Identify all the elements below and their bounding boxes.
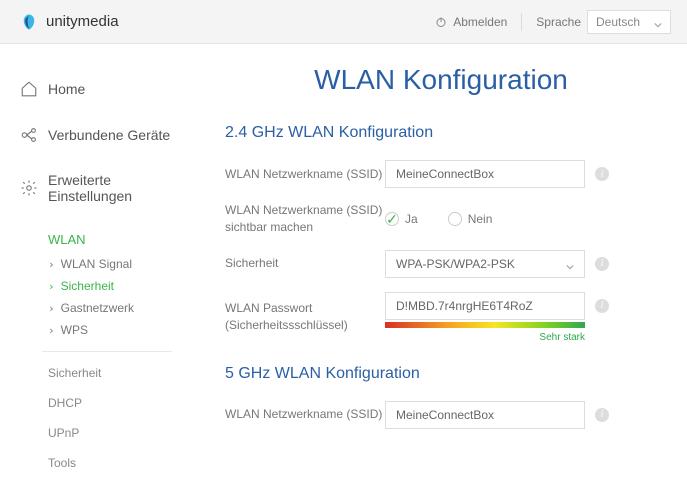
brand-logo-icon bbox=[20, 13, 38, 31]
radio-no-label: Nein bbox=[468, 212, 493, 226]
password-input-24[interactable] bbox=[385, 292, 585, 320]
info-icon[interactable]: i bbox=[595, 167, 609, 181]
chevron-right-icon: › bbox=[48, 302, 55, 315]
security-value: WPA-PSK/WPA2-PSK bbox=[396, 257, 515, 271]
subnav-wlan-wps[interactable]: › WPS bbox=[48, 323, 195, 337]
row-visible-24: WLAN Netzwerkname (SSID) sichtbar machen… bbox=[225, 202, 657, 236]
language-label: Sprache bbox=[536, 15, 581, 29]
subnav-tools[interactable]: Tools bbox=[48, 456, 195, 470]
row-ssid-5: WLAN Netzwerkname (SSID) i bbox=[225, 401, 657, 429]
ssid-label-5: WLAN Netzwerkname (SSID) bbox=[225, 406, 385, 423]
subnav-security-label: Sicherheit bbox=[61, 279, 114, 293]
subnav: WLAN › WLAN Signal › Sicherheit › Gastnetzw… bbox=[48, 232, 195, 470]
brand: unitymedia bbox=[20, 13, 119, 31]
radio-visible-no[interactable]: Nein bbox=[448, 212, 493, 226]
logout-link[interactable]: Abmelden bbox=[435, 15, 507, 29]
password-strength-bar bbox=[385, 322, 585, 328]
chevron-down-icon bbox=[654, 18, 662, 26]
subnav-upnp[interactable]: UPnP bbox=[48, 426, 195, 440]
password-label: WLAN Passwort (Sicherheitssschlüssel) bbox=[225, 300, 385, 334]
subnav-wlan-guest[interactable]: › Gastnetzwerk bbox=[48, 301, 195, 315]
info-icon[interactable]: i bbox=[595, 408, 609, 422]
subnav-dhcp[interactable]: DHCP bbox=[48, 396, 195, 410]
page-title: WLAN Konfiguration bbox=[225, 64, 657, 96]
row-ssid-24: WLAN Netzwerkname (SSID) i bbox=[225, 160, 657, 188]
chevron-right-icon: › bbox=[48, 258, 55, 271]
chevron-down-icon bbox=[566, 260, 574, 268]
section-5ghz-title: 5 GHz WLAN Konfiguration bbox=[225, 365, 657, 383]
power-icon bbox=[435, 16, 447, 28]
main-content: WLAN Konfiguration 2.4 GHz WLAN Konfigur… bbox=[195, 44, 687, 486]
nav-home[interactable]: Home bbox=[20, 80, 195, 98]
info-icon[interactable]: i bbox=[595, 299, 609, 313]
section-24ghz-title: 2.4 GHz WLAN Konfiguration bbox=[225, 124, 657, 142]
radio-yes-label: Ja bbox=[405, 212, 418, 226]
nav-advanced-label: Erweiterte Einstellungen bbox=[48, 172, 195, 204]
sidebar: Home Verbundene Geräte Erweiterte Einste… bbox=[0, 44, 195, 486]
home-icon bbox=[20, 80, 38, 98]
ssid-input-24[interactable] bbox=[385, 160, 585, 188]
topbar-right: Abmelden Sprache Deutsch bbox=[435, 10, 671, 34]
visible-label: WLAN Netzwerkname (SSID) sichtbar machen bbox=[225, 202, 385, 236]
password-strength-label: Sehr stark bbox=[385, 332, 585, 343]
nav-advanced[interactable]: Erweiterte Einstellungen bbox=[20, 172, 195, 204]
chevron-right-icon: › bbox=[48, 280, 55, 293]
row-security-24: Sicherheit WPA-PSK/WPA2-PSK i bbox=[225, 250, 657, 278]
security-select-24[interactable]: WPA-PSK/WPA2-PSK bbox=[385, 250, 585, 278]
brand-name: unitymedia bbox=[46, 13, 119, 30]
topbar: unitymedia Abmelden Sprache Deutsch bbox=[0, 0, 687, 44]
devices-icon bbox=[20, 126, 38, 144]
subnav-wlan[interactable]: WLAN bbox=[48, 232, 195, 247]
subnav-signal-label: WLAN Signal bbox=[61, 257, 132, 271]
nav-home-label: Home bbox=[48, 81, 85, 97]
language-value: Deutsch bbox=[596, 15, 640, 29]
subnav-separator bbox=[42, 351, 172, 352]
language-selector: Sprache Deutsch bbox=[536, 10, 671, 34]
subnav-security[interactable]: Sicherheit bbox=[48, 366, 195, 380]
subnav-wps-label: WPS bbox=[61, 323, 88, 337]
nav-devices[interactable]: Verbundene Geräte bbox=[20, 126, 195, 144]
subnav-wlan-security[interactable]: › Sicherheit bbox=[48, 279, 195, 293]
radio-visible-yes[interactable]: ✓ Ja bbox=[385, 212, 418, 226]
logout-label: Abmelden bbox=[453, 15, 507, 29]
nav-devices-label: Verbundene Geräte bbox=[48, 127, 170, 143]
ssid-input-5[interactable] bbox=[385, 401, 585, 429]
info-icon[interactable]: i bbox=[595, 257, 609, 271]
security-label: Sicherheit bbox=[225, 255, 385, 272]
topbar-divider bbox=[521, 13, 522, 31]
gear-icon bbox=[20, 179, 38, 197]
row-password-24: WLAN Passwort (Sicherheitssschlüssel) i … bbox=[225, 292, 657, 343]
ssid-label: WLAN Netzwerkname (SSID) bbox=[225, 166, 385, 183]
check-icon: ✓ bbox=[386, 212, 398, 226]
chevron-right-icon: › bbox=[48, 324, 55, 337]
subnav-guest-label: Gastnetzwerk bbox=[61, 301, 134, 315]
language-dropdown[interactable]: Deutsch bbox=[587, 10, 671, 34]
subnav-wlan-signal[interactable]: › WLAN Signal bbox=[48, 257, 195, 271]
